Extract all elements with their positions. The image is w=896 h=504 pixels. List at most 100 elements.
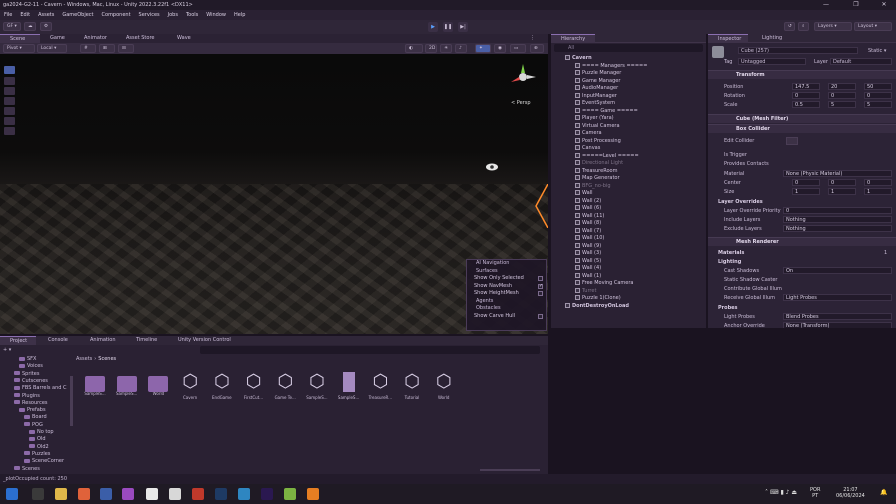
project-folder-item[interactable]: Prefabs bbox=[19, 407, 46, 413]
asset-item[interactable]: ⬡ SampleS... bbox=[305, 372, 329, 401]
tab-animator[interactable]: Animator bbox=[74, 34, 120, 43]
mesh-filter-component[interactable]: Cube (Mesh Filter) bbox=[708, 114, 896, 123]
breadcrumb-assets[interactable]: Assets bbox=[76, 356, 92, 362]
hierarchy-item[interactable]: Wall (3) bbox=[575, 250, 601, 258]
rotation-x-field[interactable]: 0 bbox=[792, 92, 820, 99]
collider-material-field[interactable]: None (Physic Material) bbox=[783, 170, 892, 177]
hierarchy-item[interactable]: Wall (10) bbox=[575, 235, 604, 243]
asset-item[interactable]: ⬡ World bbox=[432, 372, 456, 401]
clock[interactable]: 21:07 06/06/2024 bbox=[836, 487, 865, 499]
custom-tool-icon[interactable] bbox=[4, 127, 15, 135]
hierarchy-item[interactable]: Wall (7) bbox=[575, 227, 601, 236]
tab-animation[interactable]: Animation bbox=[80, 336, 124, 345]
asset-item[interactable]: ⬡ Cavern bbox=[178, 372, 202, 401]
projection-label[interactable]: < Persp bbox=[511, 100, 531, 106]
project-folder-item[interactable]: Sprites bbox=[14, 371, 39, 377]
close-button[interactable]: ✕ bbox=[874, 0, 894, 10]
hierarchy-item[interactable]: ==== Game ===== bbox=[575, 107, 638, 116]
tab-hierarchy[interactable]: Hierarchy bbox=[551, 34, 595, 43]
notification-icon[interactable]: 🔔 bbox=[880, 489, 887, 496]
transform-tool-icon[interactable] bbox=[4, 117, 15, 125]
tab-wave[interactable]: Wave bbox=[167, 34, 201, 43]
hierarchy-item[interactable]: Wall (2) bbox=[575, 197, 601, 206]
tab-game[interactable]: Game bbox=[40, 34, 74, 43]
position-x-field[interactable]: 147.5 bbox=[792, 83, 820, 90]
unity-hub-icon[interactable] bbox=[146, 488, 158, 500]
menu-window[interactable]: Window bbox=[206, 12, 226, 18]
layout-dropdown[interactable]: Layout ▾ bbox=[854, 22, 892, 31]
position-y-field[interactable]: 20 bbox=[828, 83, 856, 90]
asset-item[interactable]: ⬡ Tutorial bbox=[400, 372, 424, 401]
anchor-override-field[interactable]: None (Transform) bbox=[783, 322, 892, 328]
light-probes-field[interactable]: Blend Probes bbox=[783, 313, 892, 320]
obstacles-header[interactable]: Obstacles bbox=[467, 305, 546, 313]
scale-x-field[interactable]: 0.5 bbox=[792, 101, 820, 108]
hierarchy-item[interactable]: Wall (9) bbox=[575, 242, 601, 251]
layers-dropdown[interactable]: Layers ▾ bbox=[814, 22, 852, 31]
hierarchy-search-input[interactable]: All bbox=[554, 44, 703, 52]
step-button[interactable]: ▶| bbox=[458, 22, 468, 32]
language-indicator[interactable]: POR PT bbox=[810, 487, 820, 499]
rotation-y-field[interactable]: 0 bbox=[828, 92, 856, 99]
size-y-field[interactable]: 1 bbox=[828, 188, 856, 195]
surfaces-header[interactable]: Surfaces bbox=[467, 268, 546, 276]
asset-item[interactable]: ⬡ TreasureR... bbox=[368, 372, 392, 401]
search-icon[interactable]: ⌕ bbox=[798, 22, 809, 31]
include-layers-field[interactable]: Nothing bbox=[783, 216, 892, 223]
hidden-icon[interactable]: ◉ bbox=[494, 44, 506, 53]
hierarchy-item[interactable]: Wall (1) bbox=[575, 272, 601, 281]
hierarchy-item[interactable]: TreasureRoom bbox=[575, 167, 617, 176]
hierarchy-item[interactable]: Wall (5) bbox=[575, 257, 601, 266]
hierarchy-item[interactable]: Directional Light bbox=[575, 160, 623, 168]
tab-inspector[interactable]: Inspector bbox=[708, 34, 748, 43]
brave-icon[interactable] bbox=[78, 488, 90, 500]
tab-timeline[interactable]: Timeline bbox=[126, 336, 168, 345]
icon-size-slider[interactable] bbox=[480, 469, 540, 471]
show-only-selected-row[interactable]: Show Only Selected bbox=[467, 275, 546, 283]
hierarchy-item[interactable]: Virtual Camera bbox=[575, 122, 620, 131]
object-name-field[interactable]: Cube (257) bbox=[738, 47, 858, 54]
project-folder-item[interactable]: Scenes bbox=[14, 466, 40, 472]
asset-item[interactable]: SampleS... bbox=[337, 372, 361, 400]
lighting-icon[interactable]: ☀ bbox=[440, 44, 452, 53]
steam-icon[interactable] bbox=[100, 488, 112, 500]
show-heightmesh-checkbox[interactable] bbox=[538, 291, 543, 296]
project-folder-item[interactable]: Cutscenes bbox=[14, 378, 48, 384]
gizmos-icon[interactable]: ⊕ bbox=[530, 44, 544, 53]
tab-lighting[interactable]: Lighting bbox=[752, 34, 792, 43]
breadcrumb-scenes[interactable]: Scenes bbox=[98, 356, 116, 362]
hierarchy-item[interactable]: Puzzle Manager bbox=[575, 70, 621, 78]
show-navmesh-checkbox[interactable] bbox=[538, 283, 543, 290]
history-icon[interactable]: ↺ bbox=[784, 22, 795, 31]
show-carve-hull-checkbox[interactable] bbox=[538, 313, 543, 319]
position-z-field[interactable]: 50 bbox=[864, 83, 892, 90]
static-dropdown[interactable]: Static ▾ bbox=[868, 48, 886, 54]
cast-shadows-field[interactable]: On bbox=[783, 267, 892, 274]
unity-icon[interactable] bbox=[169, 488, 181, 500]
cloud-icon[interactable]: ☁ bbox=[24, 22, 36, 31]
add-icon[interactable]: + ▾ bbox=[3, 347, 11, 353]
maximize-button[interactable]: ❐ bbox=[846, 0, 866, 10]
menu-help[interactable]: Help bbox=[234, 12, 245, 18]
hierarchy-item[interactable]: Camera bbox=[575, 130, 602, 138]
file-explorer-icon[interactable] bbox=[55, 488, 67, 500]
start-icon[interactable] bbox=[6, 488, 18, 500]
panel-menu-icon[interactable]: ⋮ bbox=[530, 35, 535, 41]
scale-z-field[interactable]: 5 bbox=[864, 101, 892, 108]
rect-tool-icon[interactable] bbox=[4, 107, 15, 115]
play-button[interactable]: ▶ bbox=[428, 22, 438, 32]
orientation-gizmo-icon[interactable] bbox=[508, 62, 538, 92]
asset-item[interactable]: SampleS... bbox=[115, 372, 139, 396]
project-folder-item[interactable]: Plugins bbox=[14, 393, 40, 399]
project-folder-item[interactable]: Board bbox=[24, 414, 47, 420]
hierarchy-item[interactable]: Turret bbox=[575, 287, 596, 296]
show-carve-hull-row[interactable]: Show Carve Hull bbox=[467, 313, 546, 321]
tree-scrollbar[interactable] bbox=[70, 376, 73, 426]
menu-edit[interactable]: Edit bbox=[20, 12, 30, 18]
rotation-z-field[interactable]: 0 bbox=[864, 92, 892, 99]
transform-component[interactable]: Transform bbox=[708, 70, 896, 79]
hierarchy-item[interactable]: EventSystem bbox=[575, 100, 615, 108]
project-folder-item[interactable]: Old bbox=[29, 436, 46, 442]
project-search-input[interactable] bbox=[200, 346, 540, 354]
collab-icon[interactable]: ⚙ bbox=[40, 22, 52, 31]
